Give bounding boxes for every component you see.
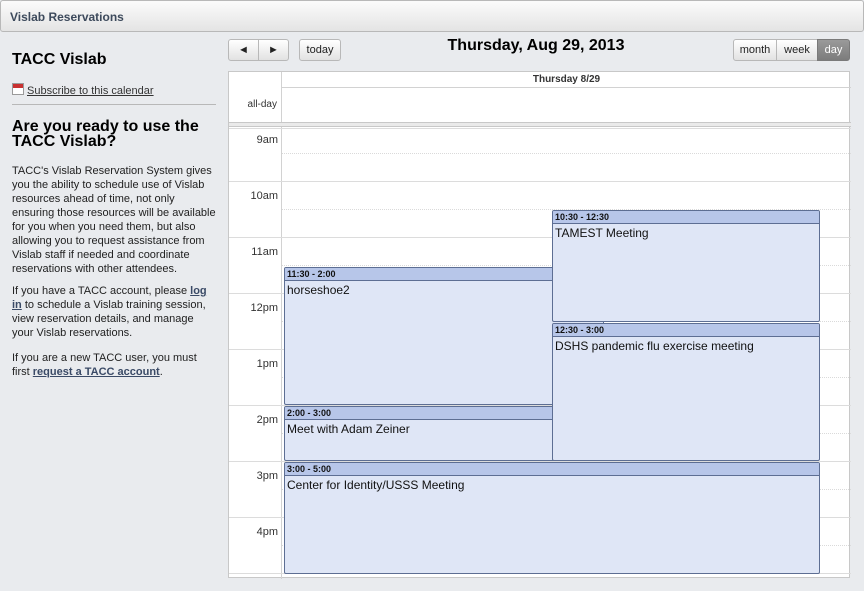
event-time: 12:30 - 3:00 [553, 324, 819, 337]
calendar-icon [12, 83, 24, 95]
event-title: DSHS pandemic flu exercise meeting [555, 339, 754, 353]
event-title: TAMEST Meeting [555, 226, 649, 240]
next-button[interactable]: ► [258, 39, 289, 61]
day-view-button[interactable]: day [817, 39, 850, 61]
hour-label-3pm: 3pm [256, 470, 278, 482]
login-text-post: to schedule a Vislab training session, v… [12, 299, 206, 339]
date-title: Thursday, Aug 29, 2013 [447, 37, 625, 54]
subscribe-link[interactable]: Subscribe to this calendar [27, 85, 154, 97]
hour-label-2pm: 2pm [256, 414, 278, 426]
login-paragraph: If you have a TACC account, please log i… [12, 284, 217, 340]
calendar-grid: Thursday 8/29 all-day 9am 10am 11am 12pm… [228, 71, 851, 579]
month-view-button[interactable]: month [733, 39, 777, 61]
login-text-pre: If you have a TACC account, please [12, 285, 191, 297]
request-account-link[interactable]: request a TACC account [33, 366, 160, 378]
hour-label-10am: 10am [250, 190, 278, 202]
week-view-button[interactable]: week [776, 39, 818, 61]
time-axis-divider [281, 72, 282, 579]
half-hour-line [282, 153, 851, 154]
sidebar-divider [12, 104, 216, 105]
account-paragraph: If you are a new TACC user, you must fir… [12, 351, 217, 379]
sidebar-title: TACC Vislab [12, 51, 107, 68]
event-dshs-flu-meeting[interactable]: 12:30 - 3:00 DSHS pandemic flu exercise … [552, 323, 820, 461]
hour-label-11am: 11am [251, 246, 278, 258]
hour-label-4pm: 4pm [256, 526, 278, 538]
hour-label-1pm: 1pm [256, 358, 278, 370]
allday-separator [229, 122, 851, 127]
day-column-header: Thursday 8/29 [282, 72, 851, 88]
prev-button[interactable]: ◄ [228, 39, 259, 61]
account-text-post: . [159, 366, 163, 378]
event-time: 3:00 - 5:00 [285, 463, 819, 476]
hour-line [229, 128, 851, 129]
event-time: 10:30 - 12:30 [553, 211, 819, 224]
sidebar-heading: Are you ready to use the TACC Vislab? [12, 118, 199, 150]
event-identity-usss-meeting[interactable]: 3:00 - 5:00 Center for Identity/USSS Mee… [284, 462, 820, 574]
app-title: Vislab Reservations [10, 10, 124, 24]
app-titlebar: Vislab Reservations [0, 0, 864, 32]
today-button[interactable]: today [299, 39, 341, 61]
sidebar: TACC Vislab Subscribe to this calendar A… [0, 33, 227, 591]
hour-line [229, 181, 851, 182]
hour-label-9am: 9am [256, 134, 278, 146]
event-tamest-meeting[interactable]: 10:30 - 12:30 TAMEST Meeting [552, 210, 820, 322]
intro-paragraph: TACC's Vislab Reservation System gives y… [12, 165, 216, 275]
event-title: Center for Identity/USSS Meeting [287, 478, 465, 492]
subscribe-row: Subscribe to this calendar [12, 83, 154, 97]
allday-label: all-day [247, 99, 277, 110]
hour-label-12pm: 12pm [250, 302, 278, 314]
